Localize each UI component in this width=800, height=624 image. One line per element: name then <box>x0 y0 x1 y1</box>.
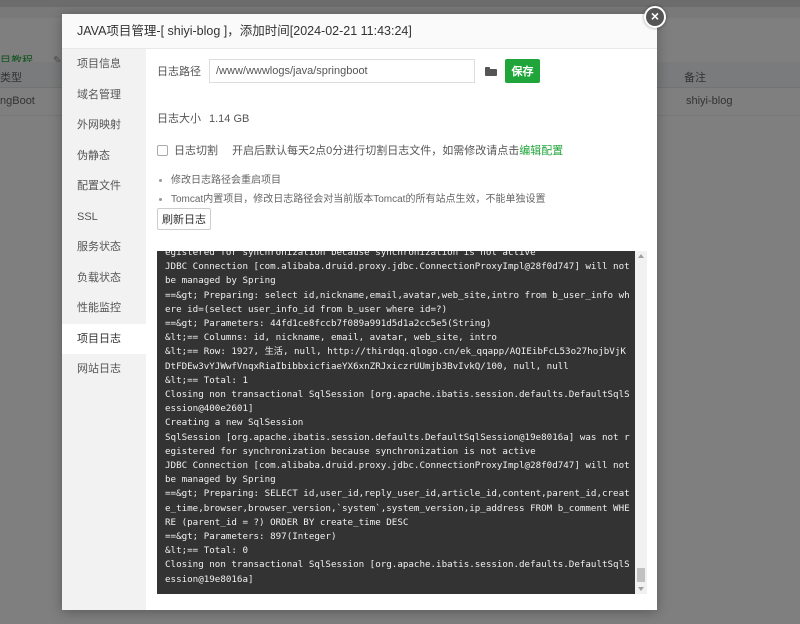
refresh-log-button[interactable]: 刷新日志 <box>157 208 211 230</box>
scroll-thumb[interactable] <box>637 568 645 582</box>
log-viewer[interactable]: egistered for synchronization because sy… <box>157 251 647 594</box>
tips-list: 修改日志路径会重启项目 Tomcat内置项目，修改日志路径会对当前版本Tomca… <box>157 171 647 209</box>
log-cut-label: 日志切割 <box>174 145 218 157</box>
modal-title: JAVA项目管理-[ shiyi-blog ]，添加时间[2024-02-21 … <box>62 14 657 49</box>
sidebar-item-site-log[interactable]: 网站日志 <box>62 354 146 385</box>
edit-config-link[interactable]: 编辑配置 <box>519 142 563 158</box>
log-size-row: 日志大小 1.14 GB <box>157 110 249 126</box>
sidebar-item-ssl[interactable]: SSL <box>62 202 146 233</box>
tip-item: Tomcat内置项目，修改日志路径会对当前版本Tomcat的所有站点生效，不能单… <box>157 190 647 209</box>
modal-sidebar: 项目信息 域名管理 外网映射 伪静态 配置文件 SSL 服务状态 负载状态 性能… <box>62 49 146 610</box>
close-icon: × <box>650 8 660 24</box>
sidebar-item-config-file[interactable]: 配置文件 <box>62 171 146 202</box>
log-path-row: 日志路径 /www/wwwlogs/java/springboot 保存 <box>157 59 647 83</box>
modal-content: 日志路径 /www/wwwlogs/java/springboot 保存 日志大… <box>146 49 657 610</box>
log-size-value: 1.14 GB <box>209 113 250 125</box>
log-content: egistered for synchronization because sy… <box>165 251 630 585</box>
log-path-input[interactable]: /www/wwwlogs/java/springboot <box>209 59 475 83</box>
sidebar-item-project-info[interactable]: 项目信息 <box>62 49 146 80</box>
sidebar-item-performance[interactable]: 性能监控 <box>62 293 146 324</box>
log-scrollbar[interactable] <box>635 251 647 594</box>
sidebar-item-port-mapping[interactable]: 外网映射 <box>62 110 146 141</box>
log-cut-checkbox[interactable] <box>157 144 168 156</box>
sidebar-item-rewrite[interactable]: 伪静态 <box>62 141 146 172</box>
sidebar-item-project-log[interactable]: 项目日志 <box>62 323 146 354</box>
log-path-label: 日志路径 <box>157 66 201 78</box>
sidebar-item-domain[interactable]: 域名管理 <box>62 80 146 111</box>
folder-icon[interactable] <box>485 66 497 76</box>
log-cut-row: 日志切割 开启后默认每天2点0分进行切割日志文件，如需修改请点击 编辑配置 <box>157 142 563 158</box>
close-button[interactable]: × <box>644 6 666 28</box>
sidebar-item-service-status[interactable]: 服务状态 <box>62 232 146 263</box>
project-modal: JAVA项目管理-[ shiyi-blog ]，添加时间[2024-02-21 … <box>62 14 657 610</box>
scroll-up-icon[interactable] <box>638 254 644 258</box>
log-cut-description: 开启后默认每天2点0分进行切割日志文件，如需修改请点击 <box>232 145 520 157</box>
save-button[interactable]: 保存 <box>505 59 540 83</box>
scroll-down-icon[interactable] <box>638 587 644 591</box>
tip-item: 修改日志路径会重启项目 <box>157 171 647 190</box>
log-size-label: 日志大小 <box>157 113 201 125</box>
sidebar-item-load-status[interactable]: 负载状态 <box>62 263 146 294</box>
